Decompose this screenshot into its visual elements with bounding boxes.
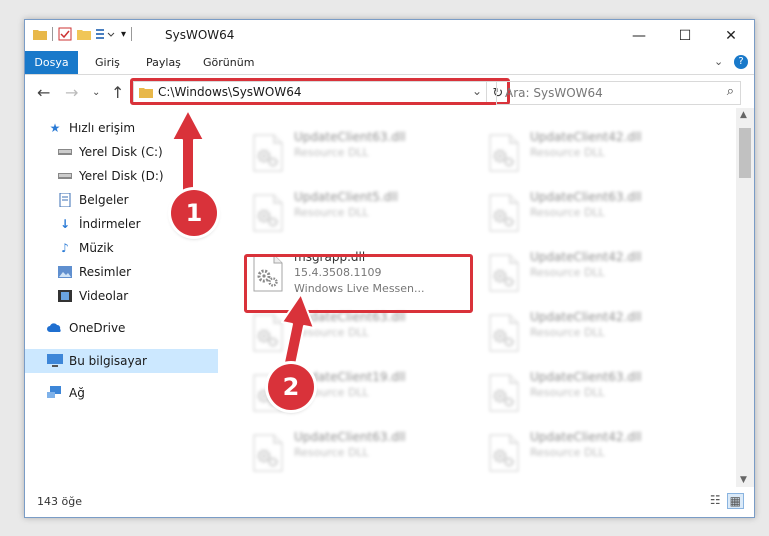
arrow-to-file <box>281 293 315 375</box>
arrow-to-address-bar <box>171 109 205 197</box>
step-badge-2: 2 <box>268 364 314 410</box>
step-badge-1: 1 <box>171 190 217 236</box>
annotation-arrows <box>171 109 315 375</box>
